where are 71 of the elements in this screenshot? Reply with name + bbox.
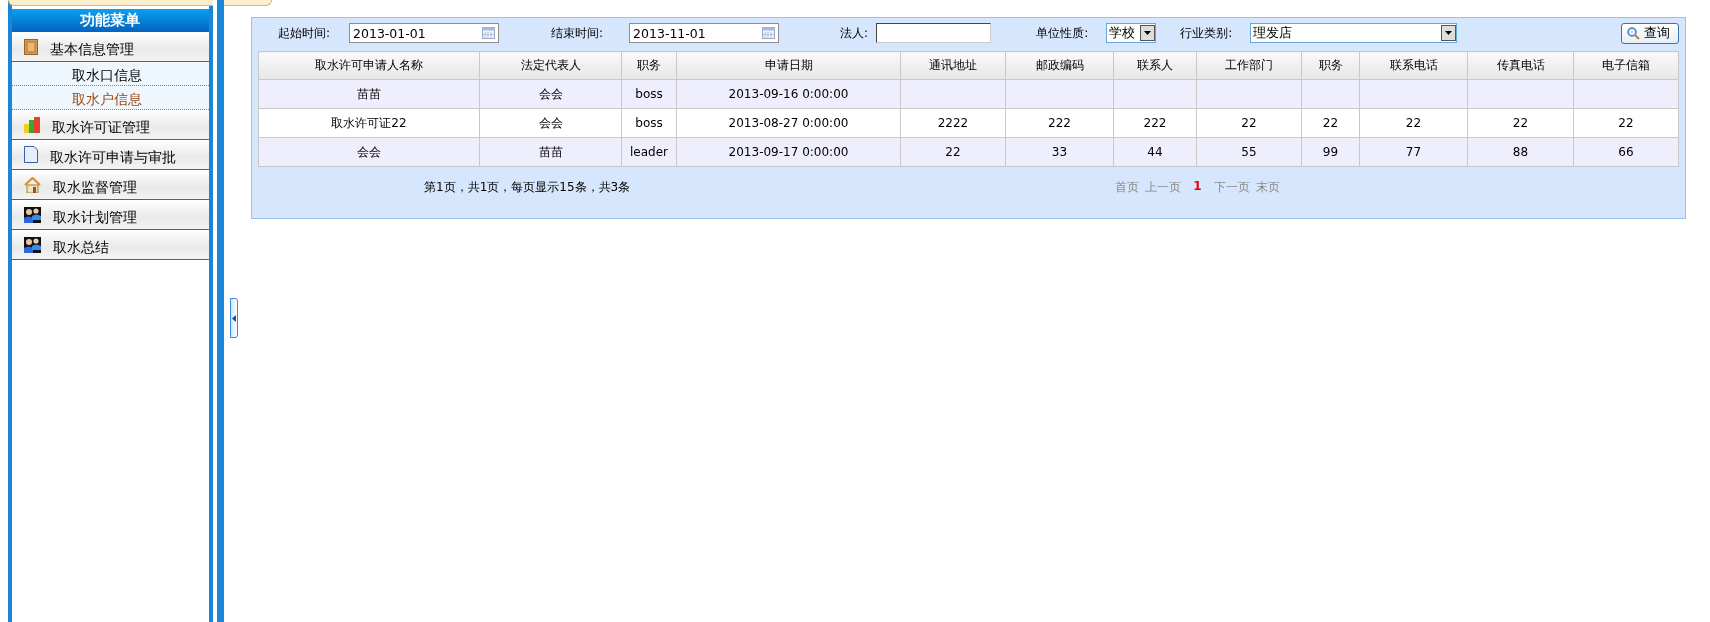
- table-cell: 33: [1005, 137, 1114, 167]
- menu-section[interactable]: 取水总结: [12, 230, 209, 260]
- collapse-handle[interactable]: [230, 298, 238, 338]
- table-cell: 22: [900, 137, 1006, 167]
- people-icon: [24, 207, 41, 223]
- column-header: 邮政编码: [1005, 51, 1114, 80]
- menu-section[interactable]: 基本信息管理: [12, 32, 209, 62]
- search-button[interactable]: 查询: [1621, 22, 1679, 44]
- table-cell: 44: [1113, 137, 1197, 167]
- column-header: 职务: [621, 51, 677, 80]
- caret-icon: [1445, 31, 1453, 35]
- table-cell: 22: [1573, 108, 1679, 138]
- table-cell: 2222: [900, 108, 1006, 138]
- column-header: 法定代表人: [479, 51, 622, 80]
- table-cell: 99: [1301, 137, 1360, 167]
- field-label: 法人:: [840, 24, 869, 42]
- column-header: 联系人: [1113, 51, 1197, 80]
- calendar-icon[interactable]: [482, 27, 496, 39]
- menu-title: 功能菜单: [12, 9, 209, 32]
- table-cell: 66: [1573, 137, 1679, 167]
- column-header: 传真电话: [1467, 51, 1574, 80]
- field-label: 行业类别:: [1180, 24, 1233, 42]
- menu-section[interactable]: 取水计划管理: [12, 200, 209, 230]
- field-label: 起始时间:: [278, 24, 331, 42]
- column-header: 取水许可申请人名称: [258, 51, 480, 80]
- box-icon: [24, 39, 38, 55]
- text-field[interactable]: [876, 23, 992, 43]
- column-header: 电子信箱: [1573, 51, 1679, 80]
- column-header: 通讯地址: [900, 51, 1006, 80]
- column-header: 职务: [1301, 51, 1360, 80]
- field-label: 单位性质:: [1036, 24, 1089, 42]
- table-cell: 22: [1301, 108, 1360, 138]
- table-cell: 会会: [479, 108, 622, 138]
- calendar-icon[interactable]: [762, 27, 776, 39]
- table-cell: 苗苗: [479, 137, 622, 167]
- column-header: 联系电话: [1359, 51, 1468, 80]
- search-icon: [1627, 26, 1640, 40]
- table-cell: 会会: [258, 137, 480, 167]
- table-cell: 2013-09-16 0:00:00: [676, 79, 901, 109]
- table-cell: 55: [1196, 137, 1302, 167]
- page-number[interactable]: 1: [1187, 178, 1208, 196]
- table-cell: 22: [1196, 108, 1302, 138]
- date-field[interactable]: 2013-11-01: [629, 23, 780, 43]
- table-cell: 77: [1359, 137, 1468, 167]
- menu-section[interactable]: 取水许可申请与审批: [12, 140, 209, 170]
- menu-item[interactable]: 取水口信息: [12, 62, 209, 86]
- bar-chart-icon: [24, 117, 40, 133]
- table-cell: 22: [1467, 108, 1574, 138]
- table-cell: 22: [1359, 108, 1468, 138]
- dropdown[interactable]: 理发店: [1250, 23, 1458, 43]
- table-cell: 取水许可证22: [258, 108, 480, 138]
- column-header: 工作部门: [1196, 51, 1302, 80]
- page-summary: 第1页，共1页，每页显示15条，共3条: [424, 178, 631, 196]
- field-label: 结束时间:: [551, 24, 604, 42]
- menu-section[interactable]: 取水监督管理: [12, 170, 209, 200]
- menu-section[interactable]: 取水许可证管理: [12, 110, 209, 140]
- column-header: 申请日期: [676, 51, 901, 80]
- caret-icon: [1144, 31, 1152, 35]
- people-icon: [24, 237, 41, 253]
- table-cell: 2013-08-27 0:00:00: [676, 108, 901, 138]
- table-cell: 苗苗: [258, 79, 480, 109]
- dropdown[interactable]: 学校: [1106, 23, 1157, 43]
- left-arrow-icon: [232, 314, 236, 322]
- table-cell: 222: [1005, 108, 1114, 138]
- house-icon: [24, 177, 41, 193]
- document-icon: [24, 146, 38, 163]
- table-cell: 2013-09-17 0:00:00: [676, 137, 901, 167]
- table-cell: 88: [1467, 137, 1574, 167]
- date-field[interactable]: 2013-01-01: [349, 23, 500, 43]
- table-cell: 会会: [479, 79, 622, 109]
- table-cell: 222: [1113, 108, 1197, 138]
